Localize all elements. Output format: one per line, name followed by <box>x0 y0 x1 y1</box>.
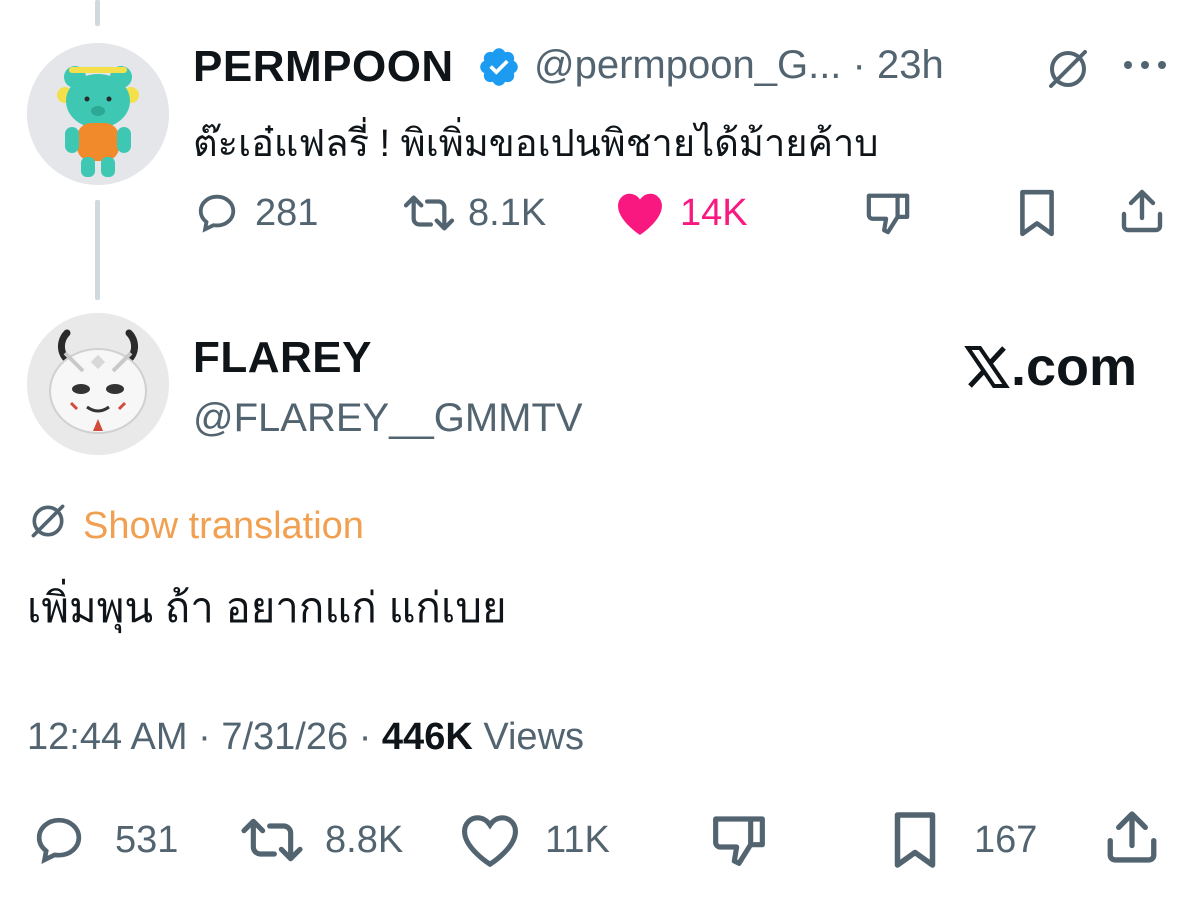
show-translation-label: Show translation <box>83 504 364 547</box>
author-handle: @permpoon_G... <box>534 43 842 87</box>
views-count: 446K <box>381 716 473 758</box>
bear-mascot-image <box>27 43 169 185</box>
x-com-watermark: .com <box>963 336 1137 398</box>
dot-separator: · <box>358 716 372 758</box>
heart-filled-icon <box>614 190 666 236</box>
cat-mascot-image <box>27 313 169 455</box>
bookmark-icon <box>890 810 940 870</box>
dot-separator: · <box>198 716 211 758</box>
bookmark-button[interactable]: 167 <box>890 810 1037 870</box>
author-handle[interactable]: @FLAREY__GMMTV <box>193 396 583 441</box>
reply-button[interactable]: 281 <box>193 190 318 236</box>
repost-count: 8.1K <box>468 191 547 234</box>
reply-button[interactable]: 531 <box>27 812 178 868</box>
author-name[interactable]: PERMPOON <box>193 42 454 92</box>
reply-icon <box>27 812 91 868</box>
heart-icon <box>459 812 521 868</box>
dislike-icon[interactable] <box>708 812 770 873</box>
like-button[interactable]: 14K <box>614 190 748 236</box>
repost-button[interactable]: 8.1K <box>400 190 546 236</box>
share-icon[interactable] <box>1118 186 1166 241</box>
tweet-text: เพิ่มพุน ถ้า อยากแก่ แก่เบย <box>27 584 507 631</box>
reply-icon <box>193 190 241 236</box>
tweet-date[interactable]: 7/31/26 <box>221 716 348 758</box>
author-name[interactable]: FLAREY <box>193 333 372 383</box>
translate-icon <box>27 500 69 552</box>
author-handle-line[interactable]: @permpoon_G... · 23h <box>534 43 944 88</box>
avatar-flarey[interactable] <box>27 313 169 455</box>
dislike-icon[interactable] <box>862 190 914 241</box>
repost-icon <box>400 190 458 236</box>
like-count: 14K <box>680 191 748 234</box>
more-icon[interactable] <box>1123 58 1167 76</box>
repost-icon <box>237 812 307 868</box>
views-label: Views <box>483 716 585 758</box>
tweet-meta: 12:44 AM · 7/31/26 · 446K Views <box>27 716 584 759</box>
thread-line-bottom <box>95 200 100 300</box>
repost-button[interactable]: 8.8K <box>237 812 403 868</box>
time-ago: 23h <box>877 43 944 87</box>
show-translation-link[interactable]: Show translation <box>27 500 364 552</box>
like-button[interactable]: 11K <box>459 812 610 868</box>
thread-line-top <box>95 0 100 26</box>
bookmark-count: 167 <box>974 818 1038 861</box>
share-icon[interactable] <box>1103 806 1161 873</box>
watermark-text: .com <box>1011 337 1138 397</box>
reply-count: 281 <box>255 191 319 234</box>
like-count: 11K <box>545 818 610 861</box>
x-logo-icon <box>963 340 1011 394</box>
repost-count: 8.8K <box>325 818 404 861</box>
dot-separator: · <box>852 43 866 87</box>
tweet-text: ต๊ะเอ๋แฟลรี่ ! พิเพิ่มขอเปนพิชายได้ม้ายค… <box>193 123 879 165</box>
grok-icon[interactable] <box>1045 46 1091 97</box>
bookmark-icon[interactable] <box>1016 188 1058 243</box>
avatar-permpoon[interactable] <box>27 43 169 185</box>
reply-count: 531 <box>115 818 179 861</box>
tweet-time[interactable]: 12:44 AM <box>27 716 188 758</box>
verified-badge-icon <box>477 45 521 94</box>
